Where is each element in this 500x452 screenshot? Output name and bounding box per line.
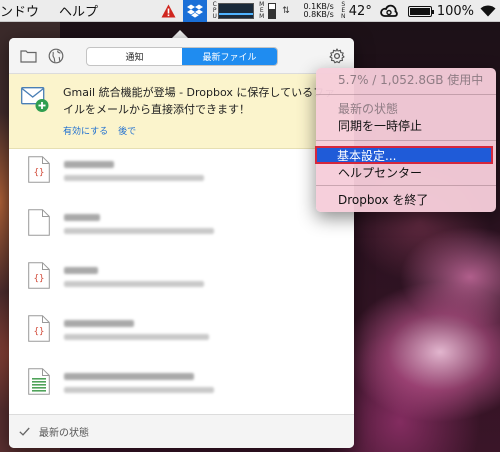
menu-quit-dropbox[interactable]: Dropbox を終了 — [316, 191, 496, 208]
enable-link[interactable]: 有効にする — [63, 124, 108, 137]
warning-icon[interactable] — [159, 0, 177, 22]
settings-context-menu: 5.7% / 1,052.8GB 使用中 最新の状態 同期を一時停止 基本設定.… — [315, 68, 496, 212]
menu-separator — [316, 185, 496, 186]
code-file-icon: {} — [28, 315, 50, 342]
memory-monitor[interactable]: MEM — [258, 1, 277, 20]
cpu-label: CPU — [212, 1, 217, 20]
dropbox-menubar-icon[interactable] — [183, 0, 208, 22]
file-row[interactable]: {} — [9, 308, 354, 361]
sensor-label: SEN — [341, 1, 346, 20]
battery-icon[interactable] — [407, 5, 434, 17]
popup-arrow — [172, 30, 188, 38]
file-row[interactable] — [9, 361, 354, 414]
svg-text:{}: {} — [34, 274, 45, 284]
svg-text:{}: {} — [34, 168, 45, 178]
folder-icon[interactable] — [19, 47, 37, 65]
status-area: CPU MEM ⇅ 0.1KB/s 0.8KB/s SEN 42° 100% — [159, 0, 500, 22]
recent-files-list: {} {} {} — [9, 149, 354, 414]
gmail-banner: Gmail 統合機能が登場 - Dropbox に保存しているファ イルをメール… — [9, 74, 354, 149]
network-monitor[interactable]: 0.1KB/s 0.8KB/s — [296, 3, 334, 19]
globe-icon[interactable] — [47, 47, 65, 65]
memory-bar — [268, 3, 277, 19]
tab-notifications[interactable]: 通知 — [87, 48, 182, 65]
cpu-graph — [218, 3, 255, 19]
sync-status-bar: 最新の状態 — [9, 414, 354, 448]
menu-preferences[interactable]: 基本設定... — [315, 146, 493, 164]
checkmark-icon — [19, 427, 31, 436]
menu-window[interactable]: ンドウ — [0, 1, 43, 20]
gear-icon[interactable] — [328, 47, 346, 65]
battery-percent[interactable]: 100% — [437, 4, 474, 19]
creative-cloud-icon[interactable] — [380, 4, 400, 18]
menu-help[interactable]: ヘルプ — [55, 1, 102, 20]
dropbox-popup: 通知 最新ファイル Gmail 統合機能が登場 - Dropbox に保存してい… — [9, 38, 354, 448]
spreadsheet-file-icon — [28, 368, 50, 395]
mem-label: MEM — [259, 1, 265, 20]
banner-actions: 有効にする 後で — [63, 124, 136, 137]
code-file-icon: {} — [28, 156, 50, 183]
menu-bar: ンドウ ヘルプ CPU MEM ⇅ 0.1KB/s 0.8KB/s S E N … — [0, 0, 500, 22]
network-arrows-icon: ⇅ — [282, 6, 290, 16]
temperature-readout[interactable]: 42° — [349, 4, 372, 19]
menu-pause-sync[interactable]: 同期を一時停止 — [316, 117, 496, 134]
wifi-icon[interactable] — [480, 5, 498, 17]
later-link[interactable]: 後で — [118, 124, 136, 137]
file-row[interactable] — [9, 202, 354, 255]
file-row[interactable]: {} — [9, 255, 354, 308]
mail-add-icon — [21, 87, 49, 113]
menu-help-center[interactable]: ヘルプセンター — [316, 164, 496, 181]
popup-header: 通知 最新ファイル — [9, 38, 354, 74]
tab-switcher: 通知 最新ファイル — [86, 47, 278, 66]
svg-text:{}: {} — [34, 327, 45, 337]
menu-storage-usage: 5.7% / 1,052.8GB 使用中 — [338, 73, 484, 87]
menu-sync-status: 最新の状態 — [338, 102, 399, 116]
banner-message: Gmail 統合機能が登場 - Dropbox に保存しているファ イルをメール… — [63, 86, 336, 116]
file-row[interactable]: {} — [9, 149, 354, 202]
cpu-monitor[interactable]: CPU — [211, 1, 255, 20]
document-file-icon — [28, 209, 50, 236]
menu-separator — [316, 94, 496, 95]
sync-status-text: 最新の状態 — [39, 428, 89, 439]
net-download: 0.8KB/s — [303, 10, 334, 19]
tab-recent-files[interactable]: 最新ファイル — [182, 48, 277, 65]
code-file-icon: {} — [28, 262, 50, 289]
menu-separator — [316, 140, 496, 141]
